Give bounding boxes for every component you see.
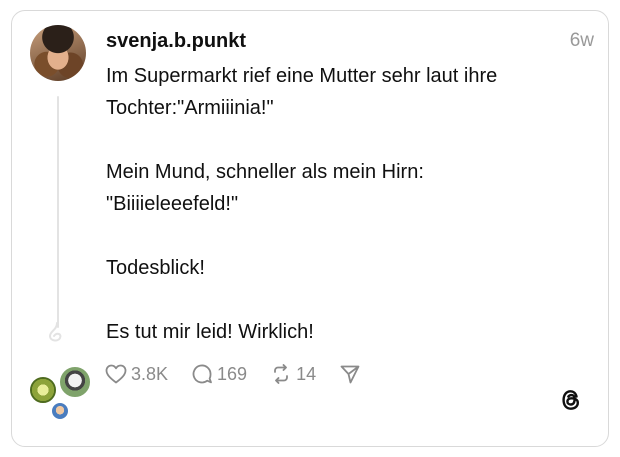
repost-icon <box>274 364 288 384</box>
replier-avatars[interactable] <box>26 365 98 425</box>
action-bar: 3.8K 169 14 <box>104 360 384 388</box>
repost-button[interactable]: 14 <box>269 362 316 386</box>
replier-avatar <box>58 365 92 399</box>
post-line <box>106 284 576 316</box>
replier-avatar <box>50 401 70 421</box>
post-line: Es tut mir leid! Wirklich! <box>106 321 314 343</box>
post-line: Tochter:"Armiiinia!" <box>106 97 274 119</box>
post-body: Im Supermarkt rief eine Mutter sehr laut… <box>106 60 576 348</box>
reply-button[interactable]: 169 <box>190 362 247 386</box>
post-line: "Biiiieleeefeld!" <box>106 193 239 215</box>
speech-bubble-icon <box>192 364 212 384</box>
threads-logo-icon[interactable] <box>558 387 584 413</box>
share-button[interactable] <box>338 362 362 386</box>
replier-avatar <box>28 375 58 405</box>
post-line <box>106 124 576 156</box>
like-button[interactable]: 3.8K <box>104 362 168 386</box>
thread-line <box>57 96 59 328</box>
paper-plane-icon <box>340 365 360 384</box>
post-line: Im Supermarkt rief eine Mutter sehr laut… <box>106 65 498 87</box>
post-line: Mein Mund, schneller als mein Hirn: <box>106 161 424 183</box>
like-count: 3.8K <box>131 363 169 384</box>
reply-count: 169 <box>217 363 248 384</box>
post-line: Todesblick! <box>106 257 205 279</box>
author-username[interactable]: svenja.b.punkt <box>106 30 246 53</box>
author-avatar[interactable] <box>30 25 86 81</box>
post-line <box>106 220 576 252</box>
heart-icon <box>105 364 127 384</box>
thread-curl-icon <box>48 322 62 342</box>
repost-count: 14 <box>296 363 317 384</box>
post-timestamp[interactable]: 6w <box>570 30 594 52</box>
